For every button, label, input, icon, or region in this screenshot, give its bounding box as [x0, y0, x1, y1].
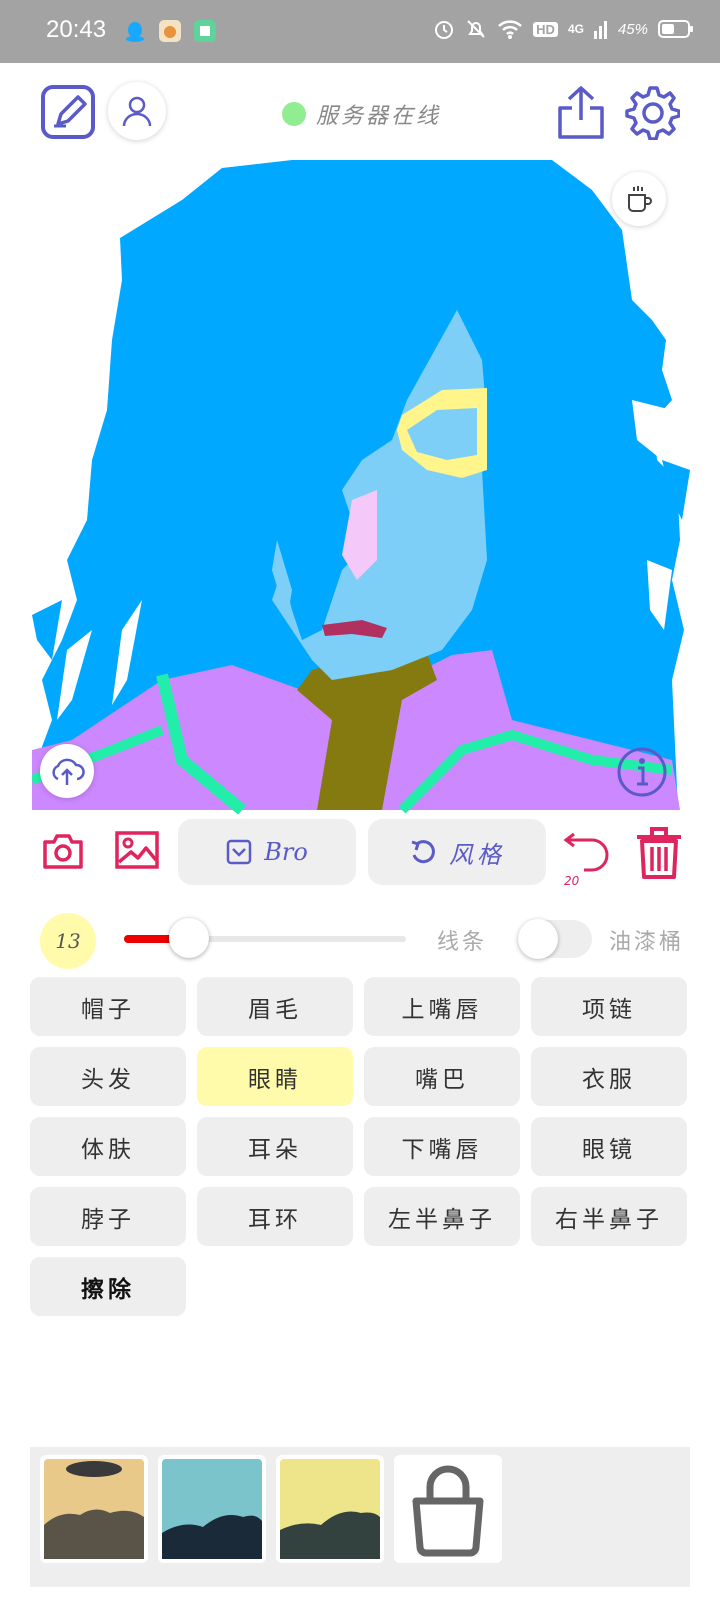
- part-button-clothes[interactable]: 衣服: [531, 1047, 687, 1106]
- info-icon: [617, 747, 667, 797]
- battery-icon: [658, 20, 693, 38]
- brush-size-badge: 13: [40, 913, 96, 969]
- coffee-button[interactable]: [612, 172, 666, 226]
- part-button-eyebrows[interactable]: 眉毛: [197, 977, 353, 1036]
- battery-percent: 45%: [617, 20, 648, 38]
- qq-notification-icon: [124, 20, 146, 42]
- part-button-left-nose[interactable]: 左半鼻子: [364, 1187, 520, 1246]
- edit-button[interactable]: [40, 84, 96, 140]
- settings-icon: [625, 86, 681, 141]
- user-icon: [122, 96, 152, 127]
- gallery-thumbnail[interactable]: [40, 1455, 148, 1563]
- mode-bucket-label: 油漆桶: [609, 930, 685, 955]
- model-select-button[interactable]: Bro: [178, 819, 356, 885]
- upload-button[interactable]: [40, 744, 94, 798]
- part-button-lower-lip[interactable]: 下嘴唇: [364, 1117, 520, 1176]
- shop-button[interactable]: [394, 1455, 502, 1563]
- camera-button[interactable]: [42, 832, 84, 870]
- trash-icon: [637, 827, 681, 879]
- part-button-neck[interactable]: 脖子: [30, 1187, 186, 1246]
- camera-icon: [43, 834, 83, 869]
- style-button[interactable]: 风格: [368, 819, 546, 885]
- mute-icon: [467, 20, 485, 38]
- status-time: 20:43: [46, 16, 107, 43]
- undo-icon: [563, 832, 609, 872]
- part-button-earrings[interactable]: 耳环: [197, 1187, 353, 1246]
- drawing-canvas[interactable]: [30, 160, 690, 824]
- gallery-thumbnail[interactable]: [276, 1455, 384, 1563]
- style-label: 风格: [449, 840, 505, 869]
- part-button-right-nose[interactable]: 右半鼻子: [531, 1187, 687, 1246]
- part-button-hair[interactable]: 头发: [30, 1047, 186, 1106]
- part-button-glasses[interactable]: 眼镜: [531, 1117, 687, 1176]
- info-button[interactable]: [616, 746, 668, 798]
- part-button-hat[interactable]: 帽子: [30, 977, 186, 1036]
- signal-icon: [593, 21, 607, 39]
- part-button-erase[interactable]: 擦除: [30, 1257, 186, 1316]
- redo-icon: [411, 840, 435, 864]
- parts-grid: 帽子 眉毛 上嘴唇 项链 头发 眼睛 嘴巴 衣服 体肤 耳朵 下嘴唇 眼镜 脖子…: [30, 977, 690, 1316]
- part-button-eyes[interactable]: 眼睛: [197, 1047, 353, 1106]
- upload-icon: [52, 758, 85, 785]
- undo-count: 20: [564, 874, 580, 888]
- part-button-skin[interactable]: 体肤: [30, 1117, 186, 1176]
- user-button[interactable]: [108, 82, 166, 140]
- book-notification-icon: [194, 20, 216, 42]
- image-icon: [115, 831, 159, 869]
- part-button-upper-lip[interactable]: 上嘴唇: [364, 977, 520, 1036]
- settings-button[interactable]: [624, 84, 681, 141]
- server-status-dot: [282, 102, 306, 126]
- edit-icon: [41, 85, 95, 139]
- drawing-artwork: [30, 160, 690, 815]
- share-button[interactable]: [556, 84, 606, 140]
- status-indicators: HD 4G 45%: [433, 18, 694, 40]
- model-select-label: Bro: [264, 838, 308, 866]
- server-status-text: 服务器在线: [316, 104, 442, 129]
- part-button-necklace[interactable]: 项链: [531, 977, 687, 1036]
- gallery-button[interactable]: [114, 830, 160, 870]
- mode-line-label: 线条: [437, 930, 488, 955]
- app-notification-icon: [159, 20, 181, 42]
- server-status: 服务器在线: [282, 98, 441, 130]
- wifi-icon: [498, 20, 523, 39]
- lock-icon: [412, 1465, 484, 1557]
- fill-mode-toggle-knob[interactable]: [518, 919, 558, 959]
- part-button-ears[interactable]: 耳朵: [197, 1117, 353, 1176]
- checkbox-icon: [226, 839, 252, 865]
- brush-size-slider-thumb[interactable]: [169, 918, 209, 958]
- coffee-icon: [628, 186, 652, 212]
- undo-button[interactable]: [562, 826, 612, 874]
- network-type: 4G: [567, 22, 584, 36]
- alarm-icon: [435, 21, 454, 39]
- hd-badge: HD: [533, 21, 558, 37]
- part-button-mouth[interactable]: 嘴巴: [364, 1047, 520, 1106]
- clear-button[interactable]: [634, 825, 684, 881]
- gallery-thumbnail[interactable]: [158, 1455, 266, 1563]
- share-icon: [558, 86, 604, 139]
